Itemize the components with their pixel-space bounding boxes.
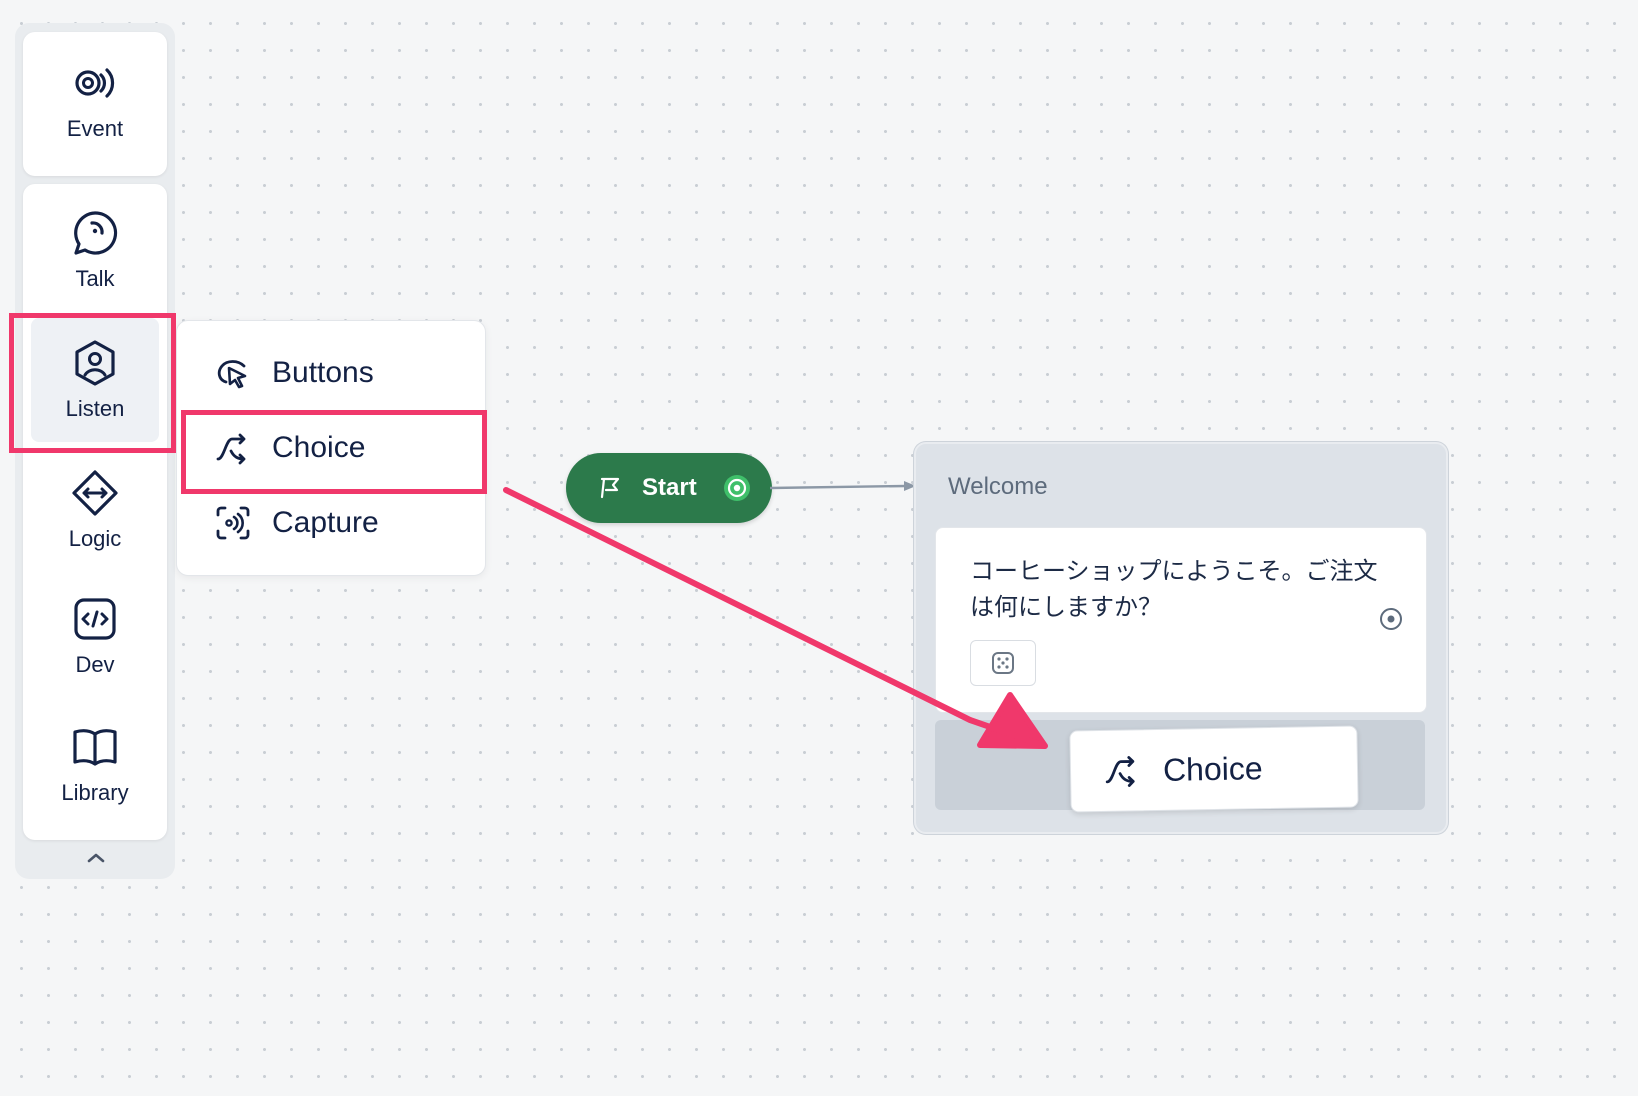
menu-item-label: Choice xyxy=(272,431,366,464)
event-icon xyxy=(75,68,115,98)
sidebar-item-dev[interactable]: Dev xyxy=(31,574,159,698)
sidebar-item-label: Library xyxy=(61,780,129,805)
sidebar-item-label: Talk xyxy=(75,266,115,291)
logic-icon xyxy=(72,470,118,516)
start-node[interactable]: Start xyxy=(566,453,772,523)
start-output-port[interactable] xyxy=(722,473,752,503)
sidebar-item-label: Event xyxy=(66,116,124,141)
sidebar-item-label: Dev xyxy=(75,652,115,677)
flag-icon xyxy=(600,477,620,499)
menu-item-label: Buttons xyxy=(272,356,374,389)
dragged-choice-step[interactable]: Choice xyxy=(1069,725,1359,813)
text-step-message: コーヒーショップにようこそ。ご注文は何にしますか？ xyxy=(970,557,1378,621)
sidebar-item-label: Logic xyxy=(68,526,122,551)
dice-icon xyxy=(992,652,1014,674)
sidebar-item-library[interactable]: Library xyxy=(31,702,159,826)
sidebar-item-talk[interactable]: Talk xyxy=(31,188,159,312)
sidebar-item-event[interactable]: Event xyxy=(31,38,159,162)
block-title[interactable]: Welcome xyxy=(948,473,1048,501)
buttons-icon xyxy=(217,360,247,389)
variants-button[interactable] xyxy=(970,640,1036,686)
menu-item-choice[interactable]: Choice xyxy=(176,412,484,484)
dragged-step-label: Choice xyxy=(1162,749,1263,788)
menu-item-label: Capture xyxy=(272,506,379,539)
dev-icon xyxy=(74,598,116,640)
capture-icon xyxy=(216,506,250,540)
choice-icon xyxy=(1105,756,1135,787)
start-node-label: Start xyxy=(642,474,697,501)
start-connection-line xyxy=(770,481,916,491)
choice-icon xyxy=(216,433,246,465)
chevron-up-icon[interactable] xyxy=(84,850,108,866)
sidebar-item-logic[interactable]: Logic xyxy=(31,448,159,572)
listen-icon xyxy=(75,340,115,386)
step-output-port[interactable] xyxy=(1378,606,1404,632)
menu-item-buttons[interactable]: Buttons xyxy=(176,337,484,409)
sidebar-item-label: Listen xyxy=(65,396,125,421)
library-icon xyxy=(73,729,117,766)
sidebar-item-listen[interactable]: Listen xyxy=(31,318,159,442)
talk-icon xyxy=(74,211,118,255)
menu-item-capture[interactable]: Capture xyxy=(176,487,484,559)
